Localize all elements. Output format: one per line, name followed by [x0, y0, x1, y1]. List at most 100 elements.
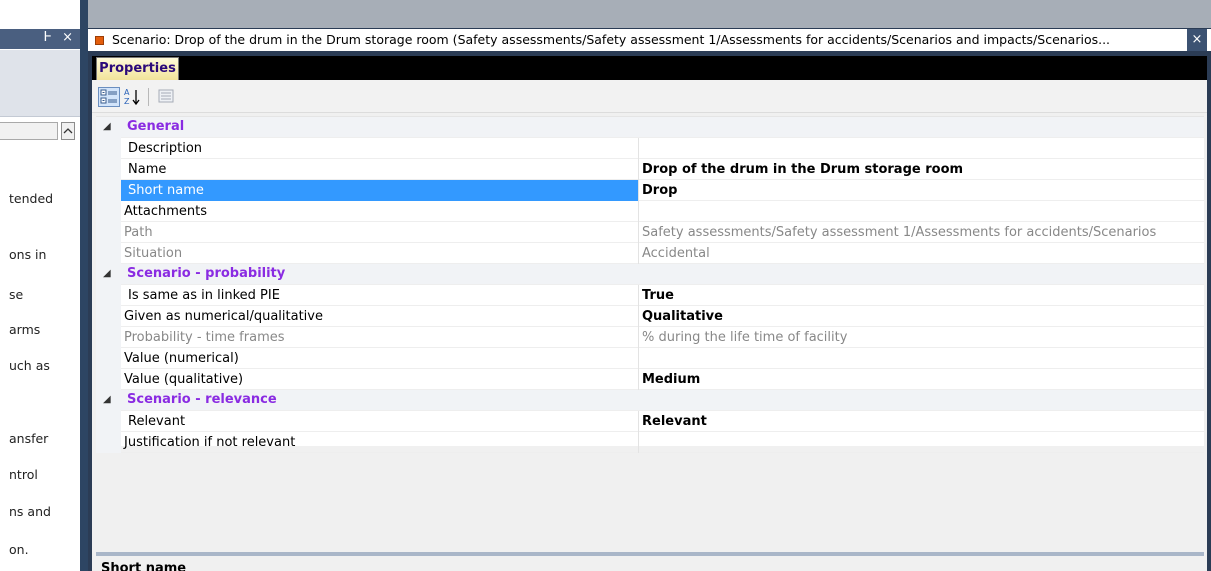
- column-separator: [638, 159, 639, 180]
- property-pages-icon: [158, 89, 174, 103]
- property-value: Safety assessments/Safety assessment 1/A…: [642, 225, 1157, 240]
- column-separator: [638, 285, 639, 306]
- property-panel: A Z ◢ General Description Name Drop of t…: [92, 80, 1207, 571]
- property-name: Path: [124, 225, 153, 240]
- property-name: Short name: [128, 183, 204, 198]
- property-row-situation[interactable]: Situation Accidental: [96, 243, 1204, 264]
- property-row-attachments[interactable]: Attachments: [96, 201, 1204, 222]
- document-title: Scenario: Drop of the drum in the Drum s…: [112, 32, 1111, 47]
- categorized-view-icon: [100, 89, 117, 104]
- property-row-short-name[interactable]: Short name Drop: [96, 180, 1204, 201]
- scroll-up-button[interactable]: [61, 122, 75, 140]
- column-separator: [638, 201, 639, 222]
- left-text-fragment: on.: [9, 542, 29, 557]
- property-name: Relevant: [128, 414, 186, 429]
- left-text-fragment: tended: [9, 191, 54, 206]
- property-name: Value (numerical): [124, 351, 239, 366]
- column-separator: [638, 243, 639, 264]
- property-row-given-as[interactable]: Given as numerical/qualitative Qualitati…: [96, 306, 1204, 327]
- description-pane: Short name: [96, 557, 1204, 571]
- property-row-justification[interactable]: Justification if not relevant: [96, 432, 1204, 453]
- description-title: Short name: [101, 561, 187, 571]
- column-separator: [638, 306, 639, 327]
- left-text-fragment: ons in: [9, 247, 47, 262]
- property-row-value-numerical[interactable]: Value (numerical): [96, 348, 1204, 369]
- document-tab[interactable]: Scenario: Drop of the drum in the Drum s…: [88, 29, 1211, 51]
- left-text-fragment: ns and: [9, 504, 51, 519]
- property-name: Name: [128, 162, 167, 177]
- pane-splitter[interactable]: [80, 0, 88, 571]
- property-row-value-qualitative[interactable]: Value (qualitative) Medium: [96, 369, 1204, 390]
- property-value[interactable]: Medium: [642, 372, 1202, 387]
- document-content: Properties A Z ◢ General Description Nam…: [92, 56, 1207, 571]
- column-separator: [638, 432, 639, 453]
- row-margin: ◢: [96, 117, 121, 138]
- category-scenario-probability[interactable]: ◢ Scenario - probability: [96, 264, 1204, 285]
- property-grid: ◢ General Description Name Drop of the d…: [96, 116, 1204, 453]
- property-name: Value (qualitative): [124, 372, 244, 387]
- row-margin: [96, 327, 121, 348]
- property-toolbar: A Z: [92, 80, 1207, 113]
- row-margin: [96, 243, 121, 264]
- chevron-up-icon: [63, 128, 73, 134]
- left-pane-titlebar: Ͱ ×: [0, 29, 80, 49]
- row-margin: [96, 138, 121, 159]
- property-row-probability-time-frames[interactable]: Probability - time frames % during the l…: [96, 327, 1204, 348]
- left-text-fragment: ntrol: [9, 467, 38, 482]
- property-name: Description: [128, 141, 203, 156]
- left-text-fragment: arms: [9, 322, 41, 337]
- collapse-triangle-icon[interactable]: ◢: [103, 268, 111, 279]
- top-strip: [0, 0, 1211, 28]
- left-pane-header: [0, 50, 80, 117]
- left-pane-list: tended ons in se arms uch as ansfer ntro…: [0, 118, 80, 571]
- property-name: Probability - time frames: [124, 330, 285, 345]
- row-margin: ◢: [96, 264, 121, 285]
- column-separator: [638, 411, 639, 432]
- property-row-is-same-as-linked-pie[interactable]: Is same as in linked PIE True: [96, 285, 1204, 306]
- property-value[interactable]: Qualitative: [642, 309, 1202, 324]
- pin-close-buttons[interactable]: Ͱ ×: [43, 30, 76, 45]
- column-separator: [638, 327, 639, 348]
- property-value[interactable]: Drop: [642, 183, 1202, 198]
- category-general[interactable]: ◢ General: [96, 117, 1204, 138]
- tab-properties[interactable]: Properties: [96, 57, 179, 80]
- category-label: Scenario - probability: [127, 266, 286, 281]
- property-pages-button[interactable]: [156, 87, 178, 107]
- property-name: Attachments: [124, 204, 207, 219]
- column-separator: [638, 180, 639, 201]
- property-value: % during the life time of facility: [642, 330, 848, 345]
- document-window: Scenario: Drop of the drum in the Drum s…: [88, 28, 1211, 571]
- row-margin: [96, 348, 121, 369]
- property-value[interactable]: Drop of the drum in the Drum storage roo…: [642, 162, 1202, 177]
- row-margin: [96, 411, 121, 432]
- property-value[interactable]: Relevant: [642, 414, 1202, 429]
- scenario-icon: [95, 36, 104, 45]
- collapse-triangle-icon[interactable]: ◢: [103, 121, 111, 132]
- property-row-relevant[interactable]: Relevant Relevant: [96, 411, 1204, 432]
- description-splitter[interactable]: [96, 552, 1204, 556]
- sort-alphabetical-button[interactable]: A Z: [122, 87, 144, 107]
- row-margin: [96, 201, 121, 222]
- categorized-view-button[interactable]: [98, 87, 120, 107]
- row-margin: [96, 432, 121, 453]
- property-row-description[interactable]: Description: [96, 138, 1204, 159]
- column-separator: [638, 138, 639, 159]
- left-text-fragment: uch as: [9, 358, 50, 373]
- sort-alphabetical-icon: A Z: [124, 88, 140, 106]
- collapse-triangle-icon[interactable]: ◢: [103, 394, 111, 405]
- row-margin: [96, 159, 121, 180]
- property-name: Situation: [124, 246, 183, 261]
- property-value[interactable]: True: [642, 288, 1202, 303]
- row-margin: [96, 306, 121, 327]
- left-column-header[interactable]: [0, 122, 58, 140]
- close-icon[interactable]: ×: [1187, 29, 1207, 51]
- property-value: Accidental: [642, 246, 710, 261]
- column-separator: [638, 348, 639, 369]
- svg-text:A: A: [124, 88, 130, 97]
- category-scenario-relevance[interactable]: ◢ Scenario - relevance: [96, 390, 1204, 411]
- left-text-fragment: ansfer: [9, 431, 49, 446]
- property-name: Justification if not relevant: [124, 435, 296, 450]
- property-row-path[interactable]: Path Safety assessments/Safety assessmen…: [96, 222, 1204, 243]
- row-margin: [96, 369, 121, 390]
- property-row-name[interactable]: Name Drop of the drum in the Drum storag…: [96, 159, 1204, 180]
